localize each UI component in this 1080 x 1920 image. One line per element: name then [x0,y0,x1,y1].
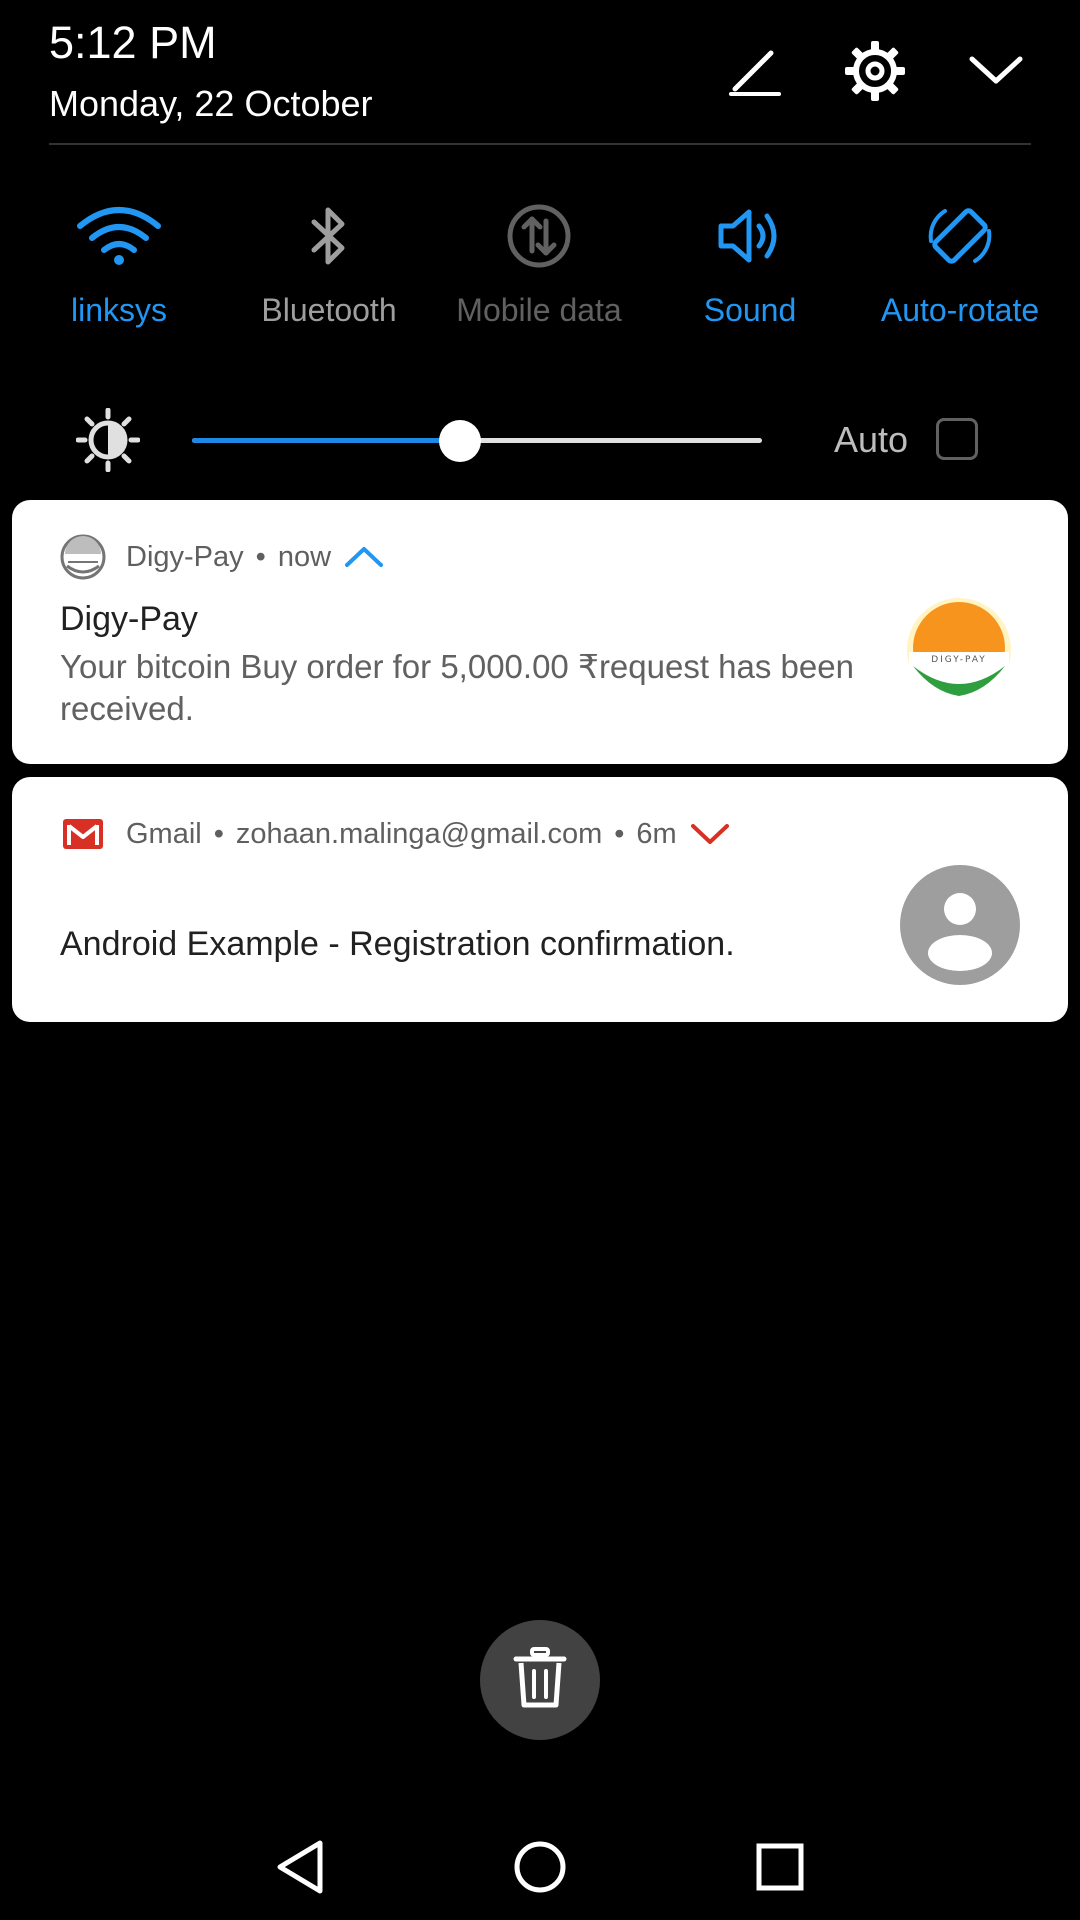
clock-time: 5:12 PM [49,17,217,68]
notification-title: Digy-Pay [60,600,198,638]
chevron-up-icon[interactable] [343,543,385,571]
header-divider [49,143,1031,145]
back-button[interactable] [265,1834,335,1904]
gmail-icon [60,811,106,857]
trash-icon [512,1646,568,1714]
bluetooth-icon [229,196,429,276]
notification-text: Your bitcoin Buy order for 5,000.00 ₹req… [60,648,854,727]
recent-apps-button[interactable] [745,1834,815,1904]
avatar [900,865,1020,985]
home-circle-icon [512,1839,568,1900]
toggle-bluetooth[interactable]: Bluetooth [229,196,429,336]
chevron-down-icon[interactable] [689,820,731,848]
svg-text:DIGY-PAY: DIGY-PAY [931,655,987,665]
brightness-fill [192,438,460,443]
digy-pay-logo: DIGY-PAY [905,596,1013,704]
edit-icon[interactable] [720,36,790,106]
separator-dot: • [213,817,224,850]
brightness-slider[interactable] [192,420,762,462]
toggle-auto-rotate[interactable]: Auto-rotate [860,196,1060,336]
current-date: Monday, 22 October [49,83,373,124]
auto-brightness-checkbox[interactable] [936,418,978,460]
notification-shade: 5:12 PM Monday, 22 October linksys Bluet… [0,0,1080,1920]
toggle-label: linksys [70,292,167,328]
brightness-thumb[interactable] [438,420,481,462]
digy-pay-app-icon [60,534,106,580]
notification-header: Digy-Pay • now [60,530,385,584]
notification-digy-pay[interactable]: Digy-Pay • now Digy-Pay Your bitcoin Buy… [12,500,1068,764]
separator-dot: • [255,540,266,573]
separator-dot: • [614,817,625,850]
wifi-icon [19,196,219,276]
notification-text: Android Example - Registration confirmat… [60,925,735,963]
toggle-label: Sound [703,292,797,328]
notification-header: Gmail • zohaan.malinga@gmail.com • 6m [60,807,731,861]
auto-rotate-icon [860,196,1060,276]
toggle-label: Auto-rotate [880,292,1040,328]
notification-gmail[interactable]: Gmail • zohaan.malinga@gmail.com • 6m An… [12,777,1068,1022]
brightness-icon [75,407,141,473]
back-triangle-icon [274,1839,326,1900]
collapse-chevron-icon[interactable] [961,36,1031,106]
notification-time: 6m [636,817,677,850]
home-button[interactable] [505,1834,575,1904]
toggle-mobile-data[interactable]: Mobile data [439,196,639,336]
notification-time: now [277,540,332,573]
toggle-wifi[interactable]: linksys [19,196,219,336]
toggle-label: Mobile data [456,292,622,328]
clear-all-button[interactable] [480,1620,600,1740]
mobile-data-icon [439,196,639,276]
settings-icon[interactable] [840,36,910,106]
notification-app-name: Gmail [126,817,202,850]
notification-app-name: Digy-Pay [126,540,244,573]
auto-brightness-label: Auto [834,419,909,460]
toggle-sound[interactable]: Sound [650,196,850,336]
toggle-label: Bluetooth [261,292,397,328]
sound-icon [650,196,850,276]
recent-square-icon [755,1842,805,1897]
notification-account: zohaan.malinga@gmail.com [235,817,603,850]
